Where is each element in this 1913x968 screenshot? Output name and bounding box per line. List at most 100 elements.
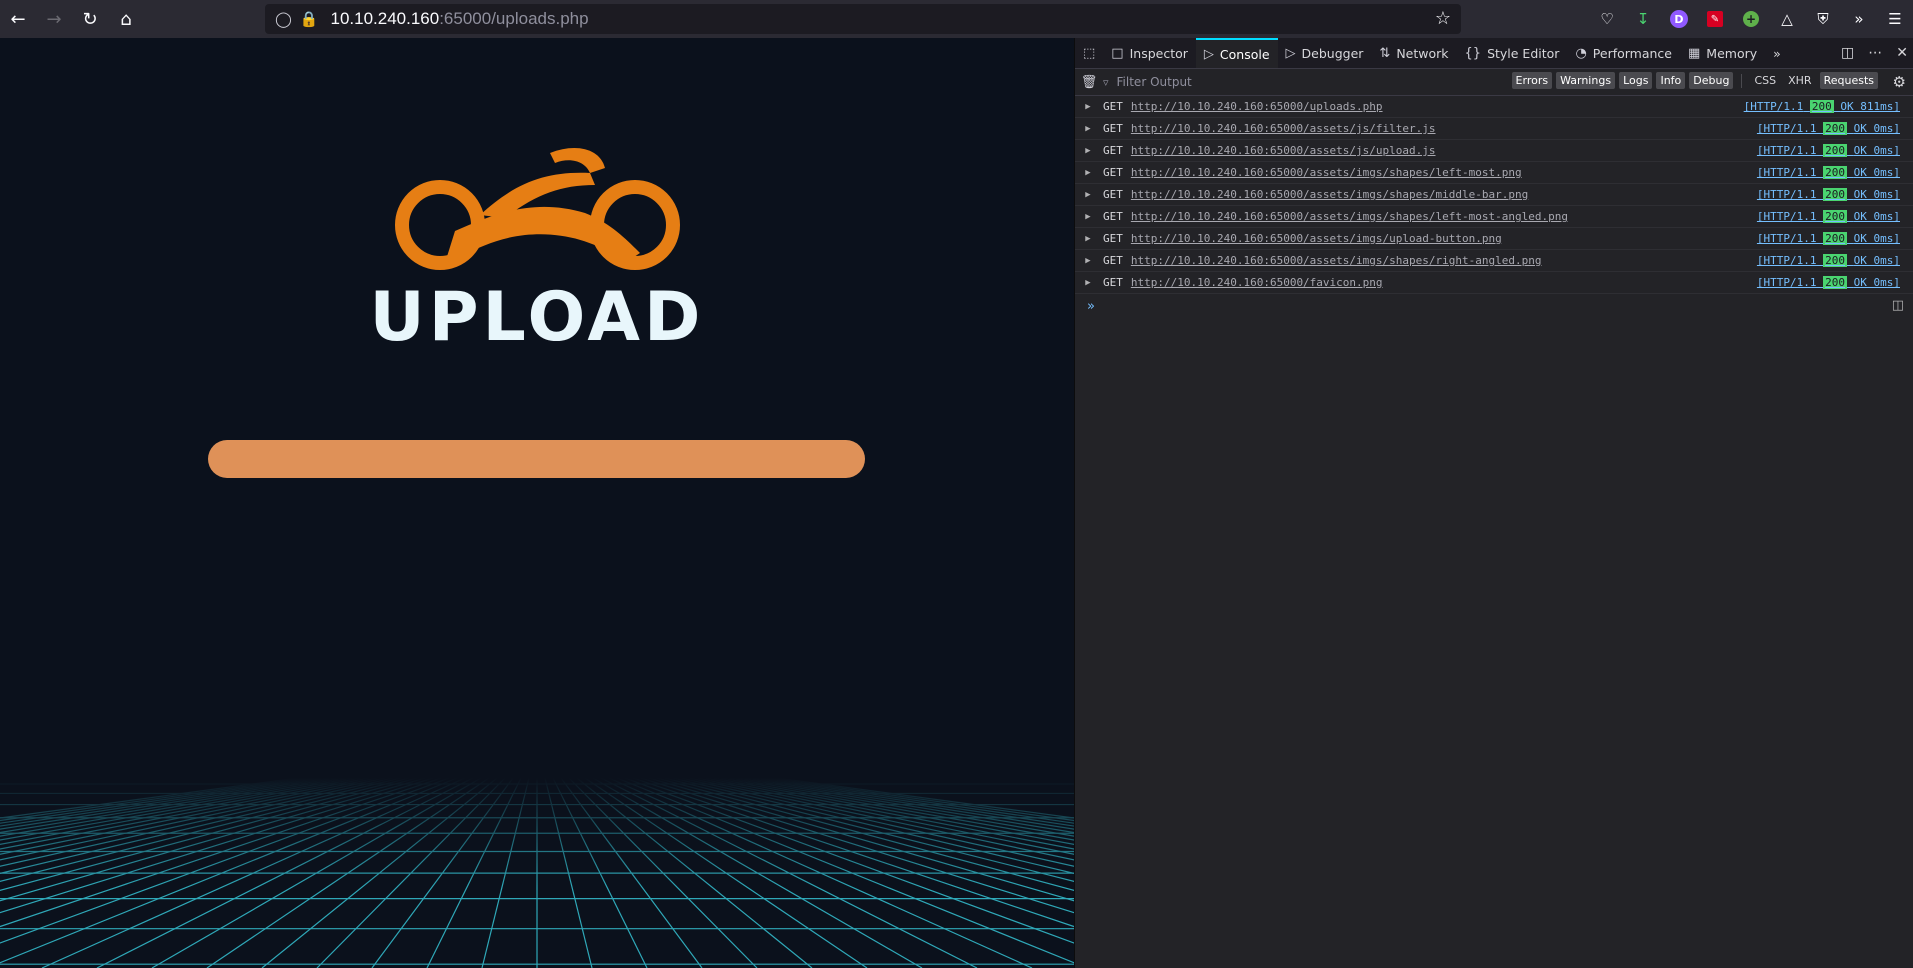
console-log-row[interactable]: ▶ GET http://10.10.240.160:65000/assets/js… bbox=[1075, 118, 1913, 140]
url-path: :65000/uploads.php bbox=[439, 9, 589, 28]
filter-info-button[interactable]: Info bbox=[1656, 72, 1686, 89]
console-input-prompt[interactable]: » ◫ bbox=[1075, 294, 1913, 318]
console-log-row[interactable]: ▶ GET http://10.10.240.160:65000/uploads.p… bbox=[1075, 96, 1913, 118]
request-status-link[interactable]: [HTTP/1.1 200 OK 0ms] bbox=[1757, 276, 1900, 289]
console-log-row[interactable]: ▶ GET http://10.10.240.160:65000/assets/im… bbox=[1075, 206, 1913, 228]
status-protocol: [HTTP/1.1 bbox=[1756, 254, 1817, 267]
upload-bar[interactable] bbox=[208, 440, 865, 478]
extensions-puzzle-icon[interactable]: △ bbox=[1769, 0, 1805, 38]
expand-triangle-icon[interactable]: ▶ bbox=[1075, 124, 1101, 134]
status-protocol: [HTTP/1.1 bbox=[1743, 100, 1804, 113]
console-log-row[interactable]: ▶ GET http://10.10.240.160:65000/assets/js… bbox=[1075, 140, 1913, 162]
status-protocol: [HTTP/1.1 bbox=[1756, 276, 1817, 289]
request-url-link[interactable]: http://10.10.240.160:65000/assets/imgs/s… bbox=[1131, 188, 1528, 201]
request-status-link[interactable]: [HTTP/1.1 200 OK 0ms] bbox=[1757, 232, 1900, 245]
request-url-link[interactable]: http://10.10.240.160:65000/uploads.php bbox=[1131, 100, 1383, 113]
reload-icon[interactable]: ↻ bbox=[72, 0, 108, 38]
status-code-badge: 200 bbox=[1823, 122, 1848, 135]
overflow-chevron-icon[interactable]: » bbox=[1841, 0, 1877, 38]
tab-label: Inspector bbox=[1129, 45, 1188, 61]
expand-triangle-icon[interactable]: ▶ bbox=[1075, 234, 1101, 244]
filter-debug-button[interactable]: Debug bbox=[1689, 72, 1734, 89]
expand-triangle-icon[interactable]: ▶ bbox=[1075, 190, 1101, 200]
lock-icon[interactable]: 🔒 bbox=[300, 10, 319, 28]
tab-label: Debugger bbox=[1301, 45, 1364, 61]
hamburger-menu-icon[interactable]: ☰ bbox=[1877, 0, 1913, 38]
expand-triangle-icon[interactable]: ▶ bbox=[1075, 102, 1101, 112]
request-url-link[interactable]: http://10.10.240.160:65000/assets/js/fil… bbox=[1131, 122, 1436, 135]
filter-warnings-button[interactable]: Warnings bbox=[1556, 72, 1616, 89]
request-status-link[interactable]: [HTTP/1.1 200 OK 0ms] bbox=[1757, 144, 1900, 157]
tab-inspector[interactable]: □ Inspector bbox=[1103, 38, 1196, 68]
tab-style-editor[interactable]: {} Style Editor bbox=[1457, 38, 1568, 68]
request-url-link[interactable]: http://10.10.240.160:65000/assets/imgs/s… bbox=[1131, 210, 1568, 223]
status-tail: OK 0ms] bbox=[1853, 122, 1900, 135]
profile-avatar[interactable]: D bbox=[1661, 0, 1697, 38]
filter-xhr-button[interactable]: XHR bbox=[1784, 72, 1815, 89]
status-tail: OK 0ms] bbox=[1853, 276, 1900, 289]
tab-label: Console bbox=[1219, 46, 1270, 62]
more-options-icon[interactable]: ⋯ bbox=[1868, 45, 1882, 61]
request-method: GET bbox=[1103, 232, 1123, 245]
request-status-link[interactable]: [HTTP/1.1 200 OK 0ms] bbox=[1757, 188, 1900, 201]
expand-triangle-icon[interactable]: ▶ bbox=[1075, 278, 1101, 288]
status-protocol: [HTTP/1.1 bbox=[1756, 210, 1817, 223]
request-status-link[interactable]: [HTTP/1.1 200 OK 0ms] bbox=[1757, 166, 1900, 179]
expand-triangle-icon[interactable]: ▶ bbox=[1075, 146, 1101, 156]
request-url-link[interactable]: http://10.10.240.160:65000/favicon.png bbox=[1131, 276, 1383, 289]
request-method: GET bbox=[1103, 254, 1123, 267]
filter-errors-button[interactable]: Errors bbox=[1511, 72, 1553, 89]
expand-triangle-icon[interactable]: ▶ bbox=[1075, 256, 1101, 266]
dock-side-icon[interactable]: ◫ bbox=[1841, 45, 1854, 61]
status-tail: OK 0ms] bbox=[1853, 188, 1900, 201]
extension-green-icon[interactable]: + bbox=[1733, 0, 1769, 38]
bookmark-star-icon[interactable]: ☆ bbox=[1435, 8, 1451, 29]
console-log-row[interactable]: ▶ GET http://10.10.240.160:65000/assets/im… bbox=[1075, 250, 1913, 272]
tab-debugger[interactable]: ▷ Debugger bbox=[1278, 38, 1372, 68]
tab-label: Performance bbox=[1592, 45, 1672, 61]
request-url-link[interactable]: http://10.10.240.160:65000/assets/js/upl… bbox=[1131, 144, 1436, 157]
status-tail: OK 0ms] bbox=[1853, 166, 1900, 179]
status-tail: OK 0ms] bbox=[1853, 210, 1900, 223]
split-console-icon[interactable]: ◫ bbox=[1892, 298, 1904, 313]
tab-memory[interactable]: ▦ Memory bbox=[1680, 38, 1765, 68]
more-tabs-chevron-icon[interactable]: » bbox=[1765, 38, 1789, 68]
filter-requests-button[interactable]: Requests bbox=[1819, 72, 1878, 89]
status-protocol: [HTTP/1.1 bbox=[1756, 122, 1817, 135]
status-tail: OK 0ms] bbox=[1853, 232, 1900, 245]
request-status-link[interactable]: [HTTP/1.1 200 OK 0ms] bbox=[1757, 210, 1900, 223]
expand-triangle-icon[interactable]: ▶ bbox=[1075, 168, 1101, 178]
tab-performance[interactable]: ◔ Performance bbox=[1567, 38, 1680, 68]
tab-console[interactable]: ▷ Console bbox=[1195, 38, 1278, 68]
download-icon[interactable]: ↧ bbox=[1625, 0, 1661, 38]
request-status-link[interactable]: [HTTP/1.1 200 OK 0ms] bbox=[1757, 254, 1900, 267]
trash-icon[interactable]: 🗑 bbox=[1075, 75, 1103, 90]
forward-icon[interactable]: → bbox=[36, 0, 72, 38]
status-code-badge: 200 bbox=[1823, 232, 1848, 245]
request-status-link[interactable]: [HTTP/1.1 200 OK 0ms] bbox=[1757, 122, 1900, 135]
element-picker-icon[interactable]: ⬚ bbox=[1075, 38, 1103, 68]
debugger-icon: ▷ bbox=[1285, 45, 1296, 61]
filter-logs-button[interactable]: Logs bbox=[1619, 72, 1653, 89]
request-url-link[interactable]: http://10.10.240.160:65000/assets/imgs/u… bbox=[1131, 232, 1502, 245]
console-log-row[interactable]: ▶ GET http://10.10.240.160:65000/favicon.p… bbox=[1075, 272, 1913, 294]
filter-css-button[interactable]: CSS bbox=[1750, 72, 1780, 89]
request-url-link[interactable]: http://10.10.240.160:65000/assets/imgs/s… bbox=[1131, 166, 1522, 179]
console-log-row[interactable]: ▶ GET http://10.10.240.160:65000/assets/im… bbox=[1075, 162, 1913, 184]
console-log-row[interactable]: ▶ GET http://10.10.240.160:65000/assets/im… bbox=[1075, 228, 1913, 250]
request-status-link[interactable]: [HTTP/1.1 200 OK 811ms] bbox=[1744, 100, 1900, 113]
back-icon[interactable]: ← bbox=[0, 0, 36, 38]
expand-triangle-icon[interactable]: ▶ bbox=[1075, 212, 1101, 222]
pocket-icon[interactable]: ♡ bbox=[1589, 0, 1625, 38]
extension-red-icon[interactable]: ✎ bbox=[1697, 0, 1733, 38]
tab-network[interactable]: ⇅ Network bbox=[1371, 38, 1456, 68]
filter-output-input[interactable] bbox=[1114, 71, 1419, 93]
shield-extension-icon[interactable]: ⛨ bbox=[1805, 0, 1841, 38]
shield-icon[interactable]: ◯ bbox=[275, 10, 292, 28]
home-icon[interactable]: ⌂ bbox=[108, 0, 144, 38]
url-bar[interactable]: ◯ 🔒 10.10.240.160:65000/uploads.php ☆ bbox=[265, 4, 1461, 34]
close-devtools-icon[interactable]: ✕ bbox=[1896, 45, 1908, 61]
request-url-link[interactable]: http://10.10.240.160:65000/assets/imgs/s… bbox=[1131, 254, 1542, 267]
console-log-row[interactable]: ▶ GET http://10.10.240.160:65000/assets/im… bbox=[1075, 184, 1913, 206]
console-settings-gear-icon[interactable]: ⚙ bbox=[1893, 73, 1906, 91]
